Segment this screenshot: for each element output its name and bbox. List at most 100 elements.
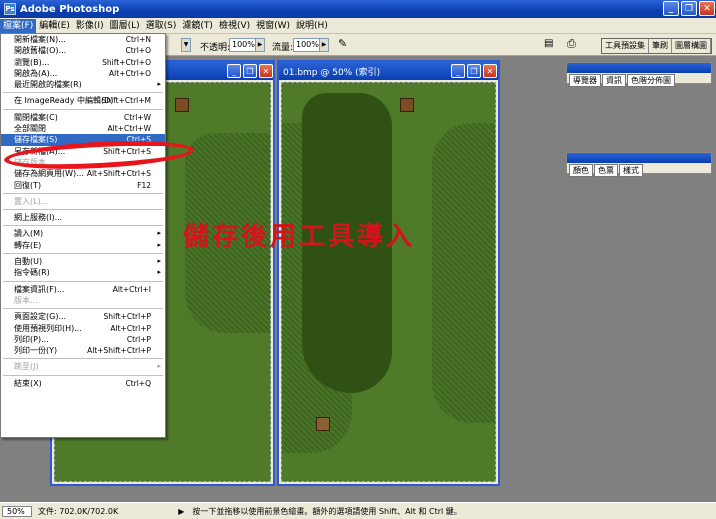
app-title-bar: Ps Adobe Photoshop _ ❐ ✕ [0,0,716,18]
menu-item-shortcut: F12 [137,180,151,190]
menu-item-label: 版本... [14,295,38,305]
menu-item-label: 開新檔案(N)... [14,35,66,44]
submenu-arrow-icon: ▸ [157,80,161,89]
palette-tab[interactable]: 樣式 [619,164,643,177]
file-menu-item[interactable]: 最近開啟的檔案(R) ▸ [1,79,165,90]
palette-tab[interactable]: 顏色 [569,164,593,177]
palette-tab[interactable]: 資訊 [602,74,626,87]
flow-field[interactable]: 100% [293,38,320,52]
airbrush-icon[interactable]: ✎ [338,37,347,50]
flow-arrow[interactable]: ▶ [319,38,329,52]
maximize-button[interactable]: ❐ [681,1,697,16]
file-menu-item[interactable]: 檔案資訊(F)... Alt+Ctrl+I [1,284,165,295]
menu-item-shortcut: Alt+Ctrl+O [109,68,151,78]
palette-tab[interactable]: 導覽器 [569,74,601,87]
status-arrow-icon[interactable]: ▶ [178,507,184,516]
palette-title-bar [567,63,711,73]
file-menu-item[interactable]: 全部關閉 Alt+Ctrl+W [1,123,165,134]
app-title: Adobe Photoshop [20,3,120,15]
menu-item-shortcut: Alt+Shift+Ctrl+S [86,169,151,179]
menu-item-label: 使用預視列印(H)... [14,323,82,333]
file-menu-item[interactable]: 開啟為(A)... Alt+Ctrl+O [1,68,165,79]
menu-4[interactable]: 選取(S) [143,19,180,33]
palette-well-tab[interactable]: 工具預設集 [602,39,649,53]
file-menu-item[interactable]: 頁面設定(G)... Shift+Ctrl+P [1,311,165,322]
doc-maximize-button[interactable]: ❐ [467,64,481,78]
photoshop-icon: Ps [4,3,16,15]
doc-minimize-button[interactable]: _ [451,64,465,78]
menu-8[interactable]: 說明(H) [293,19,331,33]
navigator-palette: 導覽器 資訊 色階分佈圖 [566,62,712,87]
file-menu-item[interactable]: 網上服務(I)... [1,212,165,223]
menu-item-label: 列印一份(Y) [14,346,58,356]
brush-dropdown-arrow[interactable]: ▼ [181,38,191,52]
menu-item-shortcut: Alt+Ctrl+I [112,284,151,294]
menu-item-shortcut: Shift+Ctrl+M [101,96,151,106]
file-menu-item[interactable]: 使用預視列印(H)... Alt+Ctrl+P [1,323,165,334]
doc-close-button[interactable]: ✕ [259,64,273,78]
file-menu-item[interactable]: 列印(P)... Ctrl+P [1,334,165,345]
document-title: 01.bmp @ 50% (索引) [283,67,381,78]
zoom-level[interactable]: 50% [2,505,32,517]
menu-item-label: 檔案資訊(F)... [14,284,65,294]
menu-5[interactable]: 濾鏡(T) [179,19,216,33]
file-menu-item[interactable]: 瀏覽(B)... Shift+Ctrl+O [1,57,165,68]
menu-item-label: 列印(P)... [14,334,49,344]
file-menu-item: 跳至(J) ▸ [1,361,165,372]
menu-item-label: 最近開啟的檔案(R) [14,80,82,90]
menu-item-label: 關閉檔案(C) [14,112,58,122]
file-menu-item[interactable]: 列印一份(Y) Alt+Shift+Ctrl+P [1,345,165,356]
menu-1[interactable]: 編輯(E) [36,19,73,33]
file-menu-item[interactable]: 回復(T) F12 [1,180,165,191]
opacity-label: 不透明: [200,43,231,53]
file-menu-item[interactable]: 轉存(E) ▸ [1,240,165,251]
menu-item-label: 回復(T) [14,180,42,190]
menu-item-shortcut: Alt+Shift+Ctrl+P [87,346,151,356]
file-menu-item[interactable]: 開新檔案(N)... Ctrl+N [1,34,165,45]
menu-7[interactable]: 視窗(W) [253,19,293,33]
menu-item-shortcut: Alt+Ctrl+W [107,124,151,134]
menu-3[interactable]: 圖層(L) [107,19,143,33]
file-menu-item: 置入(L)... [1,196,165,207]
palette-tab[interactable]: 色票 [594,164,618,177]
menu-item-shortcut: Ctrl+Q [125,378,151,388]
file-menu-item[interactable]: 讀入(M) ▸ [1,228,165,239]
minimize-button[interactable]: _ [663,1,679,16]
palette-well-icon[interactable]: ⎙ [567,37,576,51]
menu-2[interactable]: 影像(I) [73,19,107,33]
file-menu-item[interactable]: 儲存為網頁用(W)... Alt+Shift+Ctrl+S [1,168,165,179]
file-menu-item[interactable]: 在 ImageReady 中編輯(D) Shift+Ctrl+M [1,95,165,106]
menu-separator [3,92,163,94]
file-menu-item[interactable]: 結束(X) Ctrl+Q [1,378,165,389]
doc-close-button[interactable]: ✕ [483,64,497,78]
palette-tab[interactable]: 色階分佈圖 [627,74,675,87]
file-browser-icon[interactable]: ▤ [544,38,553,49]
submenu-arrow-icon: ▸ [157,257,161,266]
menu-separator [3,280,163,282]
menu-6[interactable]: 檢視(V) [216,19,253,33]
submenu-arrow-icon: ▸ [157,362,161,371]
palette-title-bar [567,153,711,163]
submenu-arrow-icon: ▸ [157,240,161,249]
palette-well-tab[interactable]: 圖層構圖 [672,39,711,53]
file-menu-item[interactable]: 自動(U) ▸ [1,256,165,267]
doc-info: 文件: 702.0K/702.0K [38,506,119,516]
menu-item-label: 自動(U) [14,257,43,267]
palette-well: 工具預設集 筆刷 圖層構圖 [601,38,712,54]
menu-item-shortcut: Shift+Ctrl+O [102,57,151,67]
doc-minimize-button[interactable]: _ [227,64,241,78]
document-window-active[interactable]: 01.bmp @ 50% (索引) _ ❐ ✕ [277,60,500,486]
document-canvas[interactable] [281,82,496,482]
opacity-field[interactable]: 100% [229,38,256,52]
doc-maximize-button[interactable]: ❐ [243,64,257,78]
menu-0[interactable]: 檔案(F) [0,18,37,33]
close-button[interactable]: ✕ [699,1,715,16]
file-menu-item[interactable]: 指令碼(R) ▸ [1,267,165,278]
opacity-arrow[interactable]: ▶ [255,38,265,52]
menu-separator [3,192,163,194]
menu-item-shortcut: Alt+Ctrl+P [110,323,151,333]
palette-well-tab[interactable]: 筆刷 [649,39,672,53]
submenu-arrow-icon: ▸ [157,229,161,238]
file-menu-item[interactable]: 開啟舊檔(O)... Ctrl+O [1,45,165,56]
file-menu-item[interactable]: 關閉檔案(C) Ctrl+W [1,112,165,123]
